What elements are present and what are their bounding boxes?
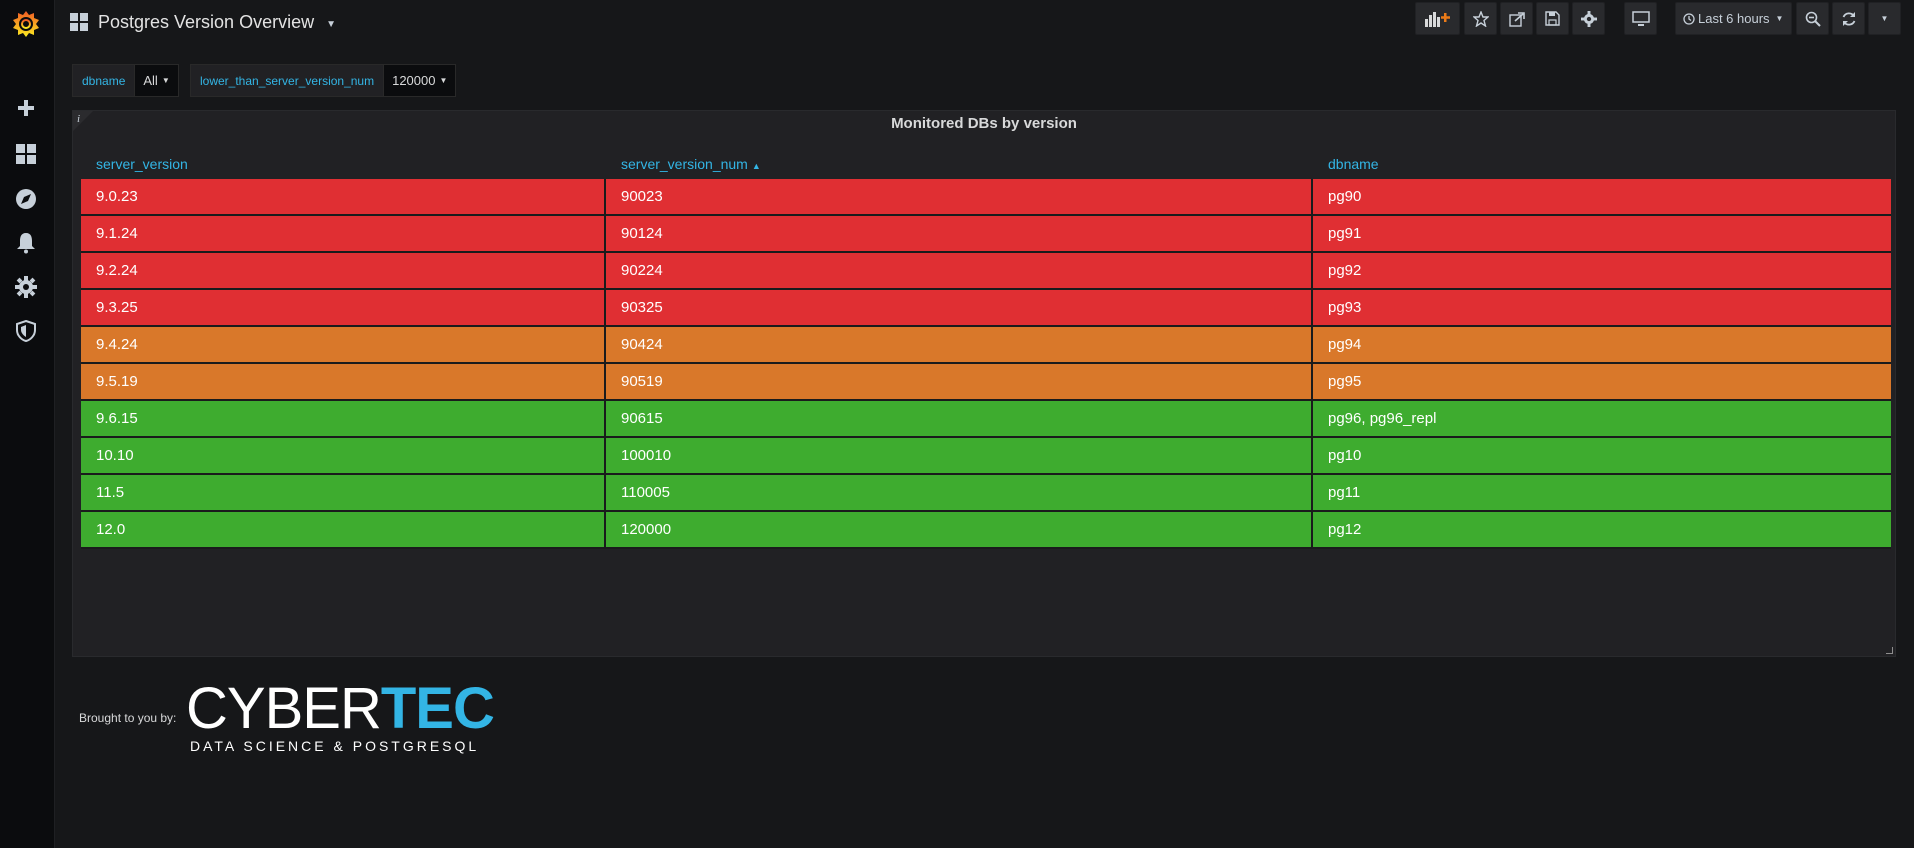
zoom-out-button[interactable] xyxy=(1796,2,1829,35)
table-cell-server-version: 9.4.24 xyxy=(81,327,606,364)
save-button[interactable] xyxy=(1536,2,1569,35)
table-cell-server-version: 9.0.23 xyxy=(81,179,606,216)
clock-icon xyxy=(1683,12,1695,25)
variable-lower-than-version-select[interactable]: 120000 ▼ xyxy=(384,64,457,97)
variable-label: lower_than_server_version_num xyxy=(190,64,385,97)
table-cell-server-version-num: 90224 xyxy=(606,253,1313,290)
table-cell-server-version: 9.2.24 xyxy=(81,253,606,290)
dashboards-icon[interactable] xyxy=(12,140,40,168)
bell-icon[interactable] xyxy=(12,229,40,257)
panel-resize-handle[interactable] xyxy=(1886,647,1893,654)
variable-label: dbname xyxy=(72,64,136,97)
table-row: 9.0.23 90023 pg90 xyxy=(81,179,1891,216)
variable-dbname-select[interactable]: All ▼ xyxy=(135,64,179,97)
share-icon xyxy=(1508,11,1525,27)
save-icon xyxy=(1545,11,1560,26)
table-cell-dbname: pg91 xyxy=(1313,216,1891,253)
table-cell-server-version-num: 100010 xyxy=(606,438,1313,475)
caret-down-icon: ▼ xyxy=(326,18,336,30)
caret-down-icon: ▼ xyxy=(439,76,448,85)
table-cell-server-version-num: 90424 xyxy=(606,327,1313,364)
table-cell-server-version: 9.3.25 xyxy=(81,290,606,327)
top-navbar: Postgres Version Overview ▼ Last 6 hours… xyxy=(54,0,1914,44)
star-icon xyxy=(1472,10,1489,27)
refresh-icon xyxy=(1842,11,1855,26)
table-cell-server-version-num: 90519 xyxy=(606,364,1313,401)
tv-icon xyxy=(1631,10,1650,26)
dashboard-title: Postgres Version Overview xyxy=(98,11,315,32)
table-cell-server-version-num: 110005 xyxy=(606,475,1313,512)
time-picker-button[interactable]: Last 6 hours ▼ xyxy=(1675,2,1792,35)
table-cell-server-version: 9.1.24 xyxy=(81,216,606,253)
table-cell-server-version-num: 90023 xyxy=(606,179,1313,216)
logo-word-cyber: CYBER xyxy=(186,676,382,741)
table-cell-server-version: 12.0 xyxy=(81,512,606,549)
table-cell-server-version: 9.6.15 xyxy=(81,401,606,438)
grafana-logo-icon[interactable] xyxy=(8,6,44,42)
chevron-down-icon: ▼ xyxy=(1880,14,1889,23)
table-cell-server-version-num: 90615 xyxy=(606,401,1313,438)
table-cell-dbname: pg96, pg96_repl xyxy=(1313,401,1891,438)
table-row: 10.10 100010 pg10 xyxy=(81,438,1891,475)
view-mode-button[interactable] xyxy=(1624,2,1657,35)
table-cell-dbname: pg95 xyxy=(1313,364,1891,401)
column-header-server-version[interactable]: server_version xyxy=(81,149,606,179)
variable-lower-than-version: lower_than_server_version_num 120000 ▼ xyxy=(190,64,457,97)
add-panel-icon xyxy=(1424,11,1450,27)
sidebar xyxy=(0,0,55,848)
table-row: 9.6.15 90615 pg96, pg96_repl xyxy=(81,401,1891,438)
explore-compass-icon[interactable] xyxy=(12,185,40,213)
table-cell-dbname: pg94 xyxy=(1313,327,1891,364)
table-cell-server-version-num: 90124 xyxy=(606,216,1313,253)
logo-word-tec: TEC xyxy=(380,676,495,741)
time-range-label: Last 6 hours xyxy=(1698,11,1770,26)
table-cell-dbname: pg93 xyxy=(1313,290,1891,327)
variable-dbname: dbname All ▼ xyxy=(72,64,179,97)
shield-icon[interactable] xyxy=(12,317,40,345)
settings-icon xyxy=(1580,10,1597,27)
table-cell-dbname: pg92 xyxy=(1313,253,1891,290)
table-cell-server-version: 10.10 xyxy=(81,438,606,475)
table-row: 9.4.24 90424 pg94 xyxy=(81,327,1891,364)
table-cell-server-version-num: 90325 xyxy=(606,290,1313,327)
add-panel-button[interactable] xyxy=(1415,2,1460,35)
dashboard-title-picker[interactable]: Postgres Version Overview ▼ xyxy=(70,8,336,36)
table-cell-dbname: pg11 xyxy=(1313,475,1891,512)
table-panel: i Monitored DBs by version server_versio… xyxy=(72,110,1896,657)
caret-down-icon: ▼ xyxy=(1775,14,1784,23)
share-button[interactable] xyxy=(1500,2,1533,35)
table-cell-dbname: pg12 xyxy=(1313,512,1891,549)
zoom-out-icon xyxy=(1805,11,1821,27)
column-header-server-version-num[interactable]: server_version_num ▲ xyxy=(606,149,1313,179)
panel-title[interactable]: Monitored DBs by version xyxy=(73,115,1895,132)
table-row: 9.3.25 90325 pg93 xyxy=(81,290,1891,327)
plus-icon[interactable] xyxy=(12,94,40,122)
table-cell-server-version-num: 120000 xyxy=(606,512,1313,549)
table-cell-dbname: pg10 xyxy=(1313,438,1891,475)
cybertec-logo: CYBERTEC DATA SCIENCE & POSTGRESQL xyxy=(186,680,495,755)
settings-button[interactable] xyxy=(1572,2,1605,35)
variable-value: All xyxy=(143,73,158,88)
variable-value: 120000 xyxy=(392,73,436,88)
column-header-dbname[interactable]: dbname xyxy=(1313,149,1891,179)
caret-down-icon: ▼ xyxy=(161,76,170,85)
gear-icon[interactable] xyxy=(12,273,40,301)
star-button[interactable] xyxy=(1464,2,1497,35)
table-row: 9.1.24 90124 pg91 xyxy=(81,216,1891,253)
logo-tagline: DATA SCIENCE & POSTGRESQL xyxy=(190,738,480,754)
table-cell-dbname: pg90 xyxy=(1313,179,1891,216)
versions-table: server_version server_version_num ▲ dbnam… xyxy=(81,149,1891,549)
table-row: 9.2.24 90224 pg92 xyxy=(81,253,1891,290)
refresh-interval-button[interactable]: ▼ xyxy=(1868,2,1901,35)
brought-to-you-label: Brought to you by: xyxy=(79,711,177,725)
table-row: 12.0 120000 pg12 xyxy=(81,512,1891,549)
sort-asc-icon: ▲ xyxy=(751,161,761,171)
table-cell-server-version: 9.5.19 xyxy=(81,364,606,401)
table-row: 11.5 110005 pg11 xyxy=(81,475,1891,512)
table-cell-server-version: 11.5 xyxy=(81,475,606,512)
table-row: 9.5.19 90519 pg95 xyxy=(81,364,1891,401)
dashboards-icon xyxy=(70,13,88,31)
refresh-button[interactable] xyxy=(1832,2,1865,35)
